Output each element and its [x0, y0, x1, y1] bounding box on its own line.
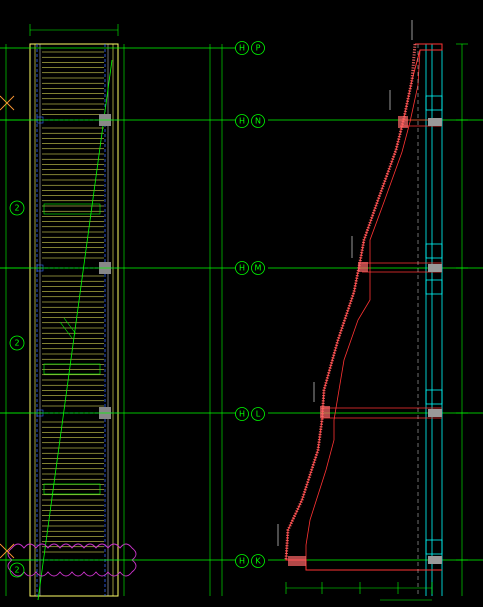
svg-text:H: H — [239, 410, 245, 419]
grid-bubble-n[interactable]: H N — [235, 114, 265, 128]
grid-bubbles: H P H N H M H L H K — [235, 41, 265, 568]
section-view — [277, 20, 468, 601]
svg-text:2: 2 — [14, 339, 19, 348]
grid-bubble-m[interactable]: H M — [235, 261, 265, 275]
svg-text:2: 2 — [14, 566, 19, 575]
svg-text:H: H — [239, 117, 245, 126]
plan-dimension-column — [123, 44, 223, 596]
dashed-beams — [30, 44, 118, 596]
svg-text:H: H — [239, 557, 245, 566]
svg-text:M: M — [255, 264, 262, 273]
svg-text:H: H — [239, 264, 245, 273]
grid-bubble-p[interactable]: H P — [235, 41, 265, 55]
stair-treads — [42, 51, 104, 553]
svg-text:2: 2 — [14, 204, 19, 213]
plan-view — [7, 43, 137, 601]
landing-blocks — [288, 116, 408, 566]
plan-outline-inner — [34, 43, 114, 597]
section-cyan-members — [425, 44, 443, 596]
left-axis-bubbles: 2 2 2 — [9, 200, 25, 578]
svg-text:H: H — [239, 44, 245, 53]
axis-bubble[interactable]: 2 — [9, 200, 25, 216]
cad-drawing-canvas[interactable]: 2 2 2 H P H N H M H L H K — [0, 0, 483, 607]
section-column-markers — [428, 118, 442, 564]
plan-diagonal — [37, 59, 113, 601]
section-dimension-column — [456, 43, 468, 596]
axis-bubble[interactable]: 2 — [9, 335, 25, 351]
svg-text:N: N — [255, 117, 261, 126]
landing-beams — [322, 119, 442, 419]
grid-bubble-k[interactable]: H K — [235, 554, 265, 568]
grid-bubble-l[interactable]: H L — [235, 407, 265, 421]
axis-bubble[interactable]: 2 — [9, 562, 25, 578]
svg-text:L: L — [256, 410, 261, 419]
svg-text:K: K — [255, 557, 261, 566]
stair-section-outer — [285, 43, 443, 571]
elevation-markers — [277, 20, 413, 546]
svg-text:P: P — [256, 44, 261, 53]
section-bottom-dimension — [285, 582, 433, 601]
left-dimension-column — [0, 44, 30, 596]
top-dimension — [29, 24, 119, 36]
